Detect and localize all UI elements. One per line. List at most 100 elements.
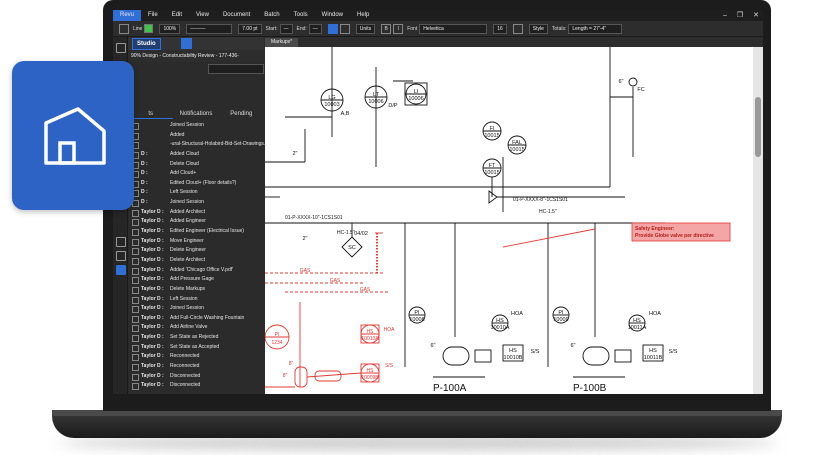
markup-type-icon [132, 325, 139, 333]
properties-panel-icon[interactable] [116, 251, 126, 261]
end-select[interactable]: — [308, 23, 322, 34]
log-row[interactable]: Taylor D : Set State as Rejected [128, 333, 264, 343]
log-row[interactable]: Taylor D : Reconnected [128, 362, 264, 372]
markup-type-icon [132, 277, 139, 285]
close-icon[interactable]: ✕ [753, 10, 759, 21]
tab-pending[interactable]: Pending [219, 109, 264, 119]
log-row[interactable]: -ural-Structural-Holabird-Bid-Set-Drawin… [128, 140, 265, 150]
pid-drawing[interactable]: LG 10003 A,B LT 10006 D/P LI 10006 FI 10… [265, 47, 753, 394]
log-row[interactable]: Joined Session [128, 121, 264, 131]
vertical-scrollbar[interactable] [753, 47, 763, 394]
tab-notifications[interactable]: Notifications [173, 109, 218, 119]
log-action: Delete Cloud [170, 160, 199, 167]
log-row[interactable]: Taylor D : Move Engineer [128, 237, 264, 247]
properties-toolbar: Line 100% ——— 7.00 pt Start: — End: — Unit… [113, 21, 763, 37]
log-row[interactable]: D : Added Cloud [128, 150, 264, 160]
log-row[interactable]: D : Delete Cloud [128, 160, 264, 170]
log-row[interactable]: Taylor D : Added 'Chicago Office V.pdf' [128, 266, 264, 276]
menu-window[interactable]: Window [315, 10, 350, 21]
log-row[interactable]: Taylor D : Reconnected [128, 352, 264, 362]
markup-type-icon [132, 335, 139, 343]
log-row[interactable]: Taylor D : Add Airline Valve [128, 323, 264, 333]
log-row[interactable]: D : Edited Cloud+ (Floor details?) [128, 179, 264, 189]
log-user: D : [141, 170, 148, 177]
studio-tabs: ts Notifications Pending [128, 109, 264, 119]
log-action: Added Cloud [170, 150, 199, 157]
log-row[interactable]: Added [128, 131, 264, 141]
menu-tools[interactable]: Tools [287, 10, 315, 21]
revu-app-badge [12, 61, 134, 210]
align-icon[interactable] [512, 23, 523, 34]
log-user: D : [141, 150, 148, 157]
markups-list-icon[interactable] [116, 43, 126, 53]
log-row[interactable]: Taylor D : Added Architect [128, 208, 264, 218]
log-row[interactable]: D : Add Cloud+ [128, 169, 264, 179]
log-row[interactable]: D : Left Session [128, 188, 264, 198]
log-row[interactable]: Taylor D : Set State as Accepted [128, 343, 264, 353]
hoa-red-label: HOA [384, 327, 396, 333]
units-select[interactable]: Units [355, 23, 376, 34]
start-select[interactable]: — [279, 23, 293, 34]
size-2in-bottom: 2" [302, 236, 307, 242]
properties-icon[interactable] [119, 23, 129, 34]
log-row[interactable]: Taylor D : Disconnected [128, 381, 264, 391]
menu-file[interactable]: File [141, 10, 165, 21]
markup-type-icon [132, 344, 139, 352]
style-select[interactable]: Style [528, 23, 548, 34]
fal-number: 10015 [509, 147, 524, 153]
menu-batch[interactable]: Batch [257, 10, 286, 21]
log-row[interactable]: Taylor D : Delete Architect [128, 256, 264, 266]
markup-type-icon [132, 286, 139, 294]
log-row[interactable]: Taylor D : Left Session [128, 295, 264, 305]
menu-view[interactable]: View [189, 10, 216, 21]
log-row[interactable]: Taylor D : Added Engineer [128, 217, 264, 227]
bold-icon[interactable]: B [381, 23, 392, 34]
log-row[interactable]: Taylor D : Delete Markups [128, 285, 264, 295]
size-6in-pump-a: 6" [430, 343, 435, 349]
document-tab-markups[interactable]: Markups* [265, 38, 299, 47]
log-row[interactable]: D : Joined Session [128, 198, 264, 208]
tab-attendees[interactable]: ts [128, 109, 174, 119]
sessions-icon[interactable] [180, 38, 192, 49]
hs2-number: 10010B [504, 355, 523, 361]
menu-revu[interactable]: Revu [113, 10, 142, 21]
gas-label-2: GAS [330, 278, 341, 284]
scroll-thumb[interactable] [755, 97, 761, 157]
lt-sub: D/P [388, 103, 398, 109]
line-width-field[interactable]: 7.00 pt [238, 23, 262, 34]
line-color-swatch[interactable] [144, 24, 154, 33]
menu-document[interactable]: Document [216, 10, 257, 21]
hs-red-b-number: 10009B [361, 375, 379, 381]
minimize-icon[interactable]: – [723, 10, 727, 21]
log-row[interactable]: Taylor D : Add Full-Circle Washing Founta… [128, 314, 264, 324]
log-action: Joined Session [170, 122, 204, 128]
opacity-field[interactable]: 100% [159, 23, 181, 34]
studio-panel-icon[interactable] [116, 265, 126, 275]
log-row[interactable]: Taylor D : Edited Engineer (Electrical Is… [128, 227, 264, 237]
sc-tag: SC [348, 245, 356, 251]
menu-help[interactable]: Help [350, 10, 376, 21]
log-row[interactable]: Taylor D : Delete Engineer [128, 246, 264, 256]
log-row[interactable]: Taylor D : Disconnected [128, 372, 264, 382]
studio-button[interactable]: Studio [132, 37, 161, 50]
menu-edit[interactable]: Edit [165, 10, 189, 21]
line-style-select[interactable]: ——— [186, 23, 233, 34]
measure-icon[interactable] [327, 23, 338, 34]
file-access-icon[interactable] [116, 237, 126, 247]
log-row[interactable]: Taylor D : Joined Session [128, 304, 264, 314]
fc-tag: FC [637, 87, 644, 93]
font-select[interactable]: Helvetica [419, 23, 488, 34]
font-label: Font [407, 25, 418, 32]
ss-label-2: S/S [669, 349, 678, 355]
restore-icon[interactable]: ❐ [737, 10, 743, 21]
hs4-number: 10011B [644, 355, 663, 361]
log-user: Taylor D : [141, 247, 164, 254]
italic-icon[interactable]: I [393, 23, 404, 34]
session-filter-select[interactable] [208, 64, 264, 74]
log-row[interactable]: Taylor D : Add Pressure Gage [128, 275, 264, 285]
link-icon[interactable] [339, 23, 350, 34]
font-size-select[interactable]: 16 [493, 23, 507, 34]
markup-type-icon [132, 257, 139, 265]
log-action: Added Architect [170, 208, 206, 215]
log-user: Taylor D : [141, 334, 164, 341]
